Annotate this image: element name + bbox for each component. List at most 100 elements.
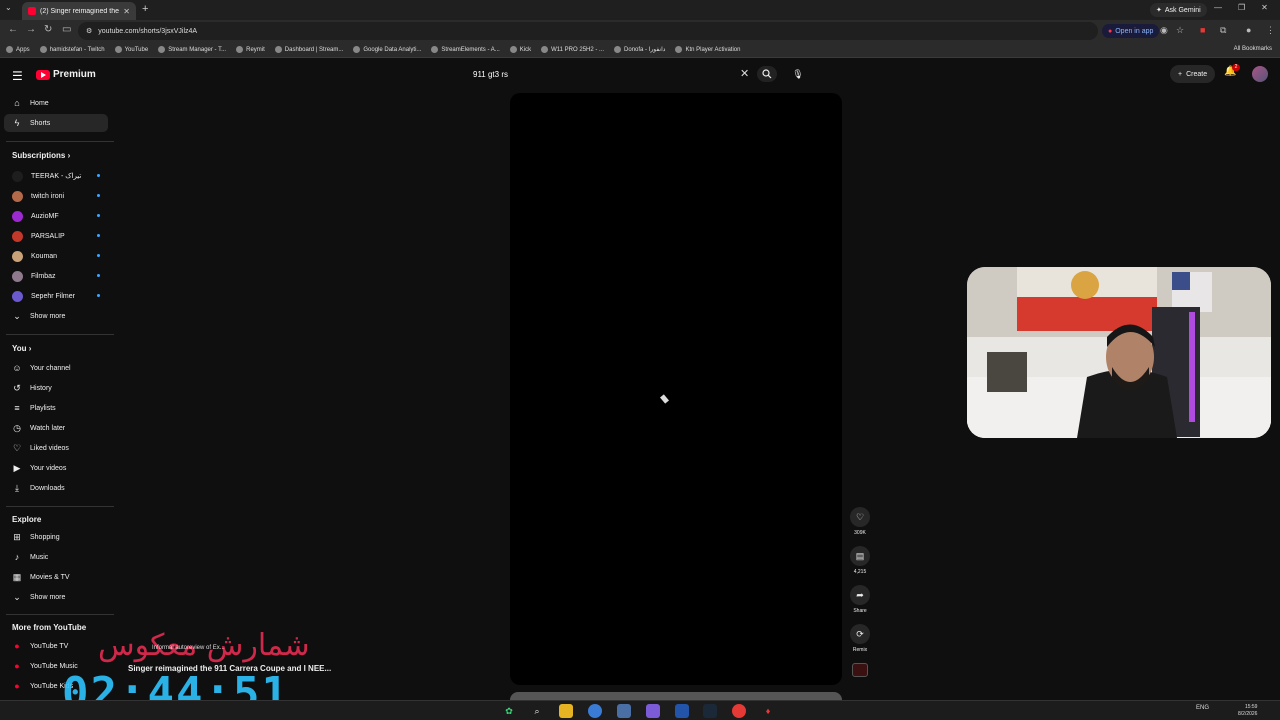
file-explorer-icon[interactable] (559, 704, 573, 718)
bookmark-item[interactable]: W11 PRO 25H2 - ... (541, 46, 604, 53)
channel-avatar (12, 170, 23, 182)
like-icon[interactable]: ♡ (850, 507, 870, 527)
bookmark-item[interactable]: YouTube (114, 46, 148, 53)
sidebar-item-you[interactable]: ♡ Liked videos (4, 439, 108, 457)
sidebar-item-you[interactable]: ▶ Your videos (4, 459, 108, 477)
sidebar-item-you[interactable]: ⤓ Downloads (4, 479, 108, 497)
ask-gemini-button[interactable]: ✦ Ask Gemini (1150, 3, 1207, 17)
youtube-premium-logo[interactable]: Premium (36, 69, 96, 80)
close-window-icon[interactable]: ✕ (1261, 3, 1268, 12)
chrome-icon[interactable] (588, 704, 602, 718)
lang-indicator[interactable]: ENG (1196, 705, 1209, 711)
ea-icon[interactable] (675, 704, 689, 718)
sidebar-item-you[interactable]: ◷ Watch later (4, 419, 108, 437)
comment-icon[interactable]: ▤ (850, 546, 870, 566)
you-heading[interactable]: You › (12, 344, 31, 353)
search-button[interactable] (757, 66, 777, 82)
bookmark-item[interactable]: hamidstefan - Twitch (39, 46, 105, 53)
browser-tab[interactable]: (2) Singer reimagined the 911 ... ✕ (22, 2, 136, 20)
bookmark-item[interactable]: StreamElements - A... (431, 46, 500, 53)
extensions-icon[interactable]: ⧉ (1220, 25, 1226, 36)
restore-icon[interactable]: ❐ (1238, 3, 1245, 12)
subscription-item[interactable]: Sepehr Filmer (4, 287, 108, 305)
sidebar-item-home[interactable]: ⌂ Home (4, 94, 108, 112)
search-input[interactable]: 911 gt3 rs ✕ (466, 63, 760, 85)
like-action[interactable]: ♡ 309K (850, 507, 870, 536)
split-view-icon[interactable]: ▭ (62, 24, 71, 35)
address-bar[interactable]: ⚙ youtube.com/shorts/3jsxVJilz4A (78, 22, 1098, 40)
taskbar-search-icon[interactable]: ⌕ (530, 704, 544, 718)
menu-dots-icon[interactable]: ⋮ (1266, 25, 1275, 36)
sidebar-item-shorts[interactable]: ϟ Shorts (4, 114, 108, 132)
like-icon: ♡ (12, 442, 22, 453)
comment-action[interactable]: ▤ 4,215 (850, 546, 870, 575)
bookmark-item[interactable]: Dashboard | Stream... (274, 46, 343, 53)
chevron-right-icon: › (26, 344, 32, 353)
bookmark-item[interactable]: Reymit (236, 46, 265, 53)
subscription-item[interactable]: Filmbaz (4, 267, 108, 285)
share-action[interactable]: ➦ Share (850, 585, 870, 614)
sidebar-item-label: TEERAK - تیراک (31, 173, 82, 180)
shorts-video-player[interactable] (510, 93, 842, 685)
subscription-item[interactable]: PARSALIP (4, 227, 108, 245)
bookmark-item[interactable]: Stream Manager - T... (158, 46, 226, 53)
bookmark-item[interactable]: Google Data Analyti... (353, 46, 421, 53)
subscriptions-heading[interactable]: Subscriptions › (12, 151, 70, 160)
subscription-item[interactable]: twitch ironi (4, 187, 108, 205)
mic-icon: 🎙 (792, 68, 804, 79)
sound-thumbnail[interactable] (852, 663, 868, 677)
window-controls: — ❐ ✕ (1214, 3, 1268, 12)
taskbar-clock[interactable]: 15:59 8/2/2026 (1238, 704, 1257, 718)
bookmark-item[interactable]: Apps (6, 46, 30, 53)
sidebar-item-more[interactable]: ● YouTube TV (4, 637, 108, 655)
channel-avatar (12, 190, 23, 202)
profile-icon[interactable]: ● (1246, 25, 1251, 35)
subscription-item[interactable]: Kouman (4, 247, 108, 265)
clear-search-icon[interactable]: ✕ (740, 67, 749, 80)
sidebar-item-explore[interactable]: ⊞ Shopping (4, 528, 108, 546)
subscription-item[interactable]: AuzioMF (4, 207, 108, 225)
all-bookmarks[interactable]: All Bookmarks (1234, 46, 1272, 52)
share-icon[interactable]: ➦ (850, 585, 870, 605)
bookmark-star-icon[interactable]: ☆ (1176, 25, 1184, 36)
discord-icon[interactable] (646, 704, 660, 718)
app-icon[interactable] (617, 704, 631, 718)
sidebar-item-explore[interactable]: ▦ Movies & TV (4, 568, 108, 586)
back-icon[interactable]: ← (8, 24, 18, 35)
channel-avatar (12, 270, 23, 282)
create-button[interactable]: + Create (1170, 65, 1216, 83)
site-info-icon[interactable]: ⚙ (86, 27, 92, 35)
bookmark-label: W11 PRO 25H2 - ... (551, 46, 605, 53)
show-more-subscriptions[interactable]: ⌄ Show more (4, 307, 108, 325)
close-tab-icon[interactable]: ✕ (123, 7, 130, 16)
account-avatar[interactable] (1252, 66, 1268, 82)
extension-red-icon[interactable]: ■ (1200, 25, 1205, 35)
eye-icon[interactable]: ◉ (1160, 25, 1168, 36)
bookmark-item[interactable]: Kick (509, 46, 531, 53)
subscription-item[interactable]: TEERAK - تیراک (4, 167, 108, 185)
bookmark-item[interactable]: Donofa - دانفورا (614, 46, 665, 53)
open-in-app-button[interactable]: ● Open in app (1102, 24, 1160, 38)
media-player-icon[interactable] (732, 704, 746, 718)
steam-icon[interactable] (703, 704, 717, 718)
app-icon: ● (1108, 27, 1113, 35)
voice-search-button[interactable]: 🎙 (788, 64, 808, 84)
hamburger-menu-icon[interactable]: ☰ (12, 69, 23, 83)
sidebar-item-you[interactable]: ↺ History (4, 379, 108, 397)
bookmarks-bar: Apps hamidstefan - Twitch YouTube Stream Ma… (0, 42, 1280, 58)
show-more-explore[interactable]: ⌄ Show more (4, 588, 108, 606)
forward-icon[interactable]: → (26, 24, 36, 35)
new-tab-button[interactable]: + (142, 3, 148, 15)
bookmark-label: hamidstefan - Twitch (49, 46, 105, 53)
tab-search-icon[interactable]: ⌄ (5, 3, 12, 12)
minimize-icon[interactable]: — (1214, 3, 1222, 12)
sidebar-item-explore[interactable]: ♪ Music (4, 548, 108, 566)
remix-icon[interactable]: ⟳ (850, 624, 870, 644)
reload-icon[interactable]: ↻ (44, 24, 52, 35)
start-icon[interactable]: ✿ (502, 704, 516, 718)
sidebar-item-you[interactable]: ☺ Your channel (4, 359, 108, 377)
sidebar-item-you[interactable]: ≡ Playlists (4, 399, 108, 417)
bookmark-item[interactable]: Ktn Player Activation (675, 46, 740, 53)
remix-action[interactable]: ⟳ Remix (850, 624, 870, 653)
map-pin-icon[interactable]: ♦ (761, 704, 775, 718)
